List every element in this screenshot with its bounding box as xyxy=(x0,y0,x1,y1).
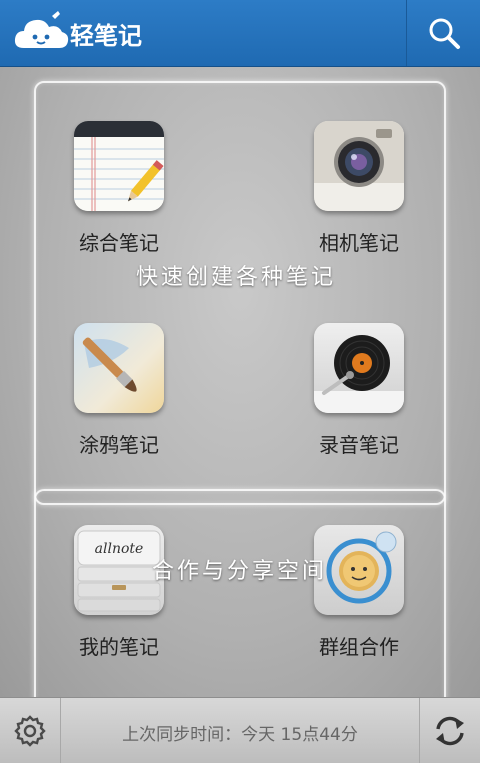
tile-my-notes[interactable]: allnote 我的笔记 xyxy=(64,525,174,660)
main-content: 综合笔记 相机笔记 快速创建各种笔记 涂鸦笔记 录音笔记 allnote 我的笔… xyxy=(0,67,480,711)
last-sync-status: 上次同步时间：今天 15点44分 xyxy=(122,725,358,745)
cloud-logo-icon xyxy=(12,10,72,56)
tile-label-group: 群组合作 xyxy=(319,635,399,659)
search-icon xyxy=(429,18,460,49)
app-title: 轻笔记 xyxy=(70,22,142,50)
settings-button[interactable] xyxy=(0,698,61,763)
tile-label-camera: 相机笔记 xyxy=(319,231,399,255)
tile-general-note[interactable]: 综合笔记 xyxy=(64,121,174,256)
tile-label-my-notes: 我的笔记 xyxy=(79,635,159,659)
tile-doodle-note[interactable]: 涂鸦笔记 xyxy=(64,323,174,458)
notebook-stack-icon: allnote xyxy=(74,525,164,615)
panel2-caption: 合作与分享空间 xyxy=(152,559,328,584)
gear-icon xyxy=(14,714,46,747)
panel1-caption: 快速创建各种笔记 xyxy=(136,265,337,290)
camera-icon xyxy=(314,121,404,211)
tile-group-collab[interactable]: 群组合作 xyxy=(304,525,414,660)
tile-label-audio: 录音笔记 xyxy=(319,433,399,457)
tile-camera-note[interactable]: 相机笔记 xyxy=(304,121,414,256)
orbit-group-icon xyxy=(314,525,404,615)
tile-audio-note[interactable]: 录音笔记 xyxy=(304,323,414,458)
allnote-text: allnote xyxy=(95,541,144,557)
tile-label-general: 综合笔记 xyxy=(79,231,159,255)
footer-bar: 上次同步时间：今天 15点44分 xyxy=(0,697,480,763)
tile-label-doodle: 涂鸦笔记 xyxy=(79,433,159,457)
notepad-icon xyxy=(74,121,164,211)
sync-button[interactable] xyxy=(419,698,480,763)
search-button[interactable] xyxy=(407,0,480,66)
app-header: 轻笔记 xyxy=(0,0,480,67)
record-player-icon xyxy=(314,323,404,413)
paintbrush-icon xyxy=(74,323,164,413)
refresh-icon xyxy=(436,716,464,745)
